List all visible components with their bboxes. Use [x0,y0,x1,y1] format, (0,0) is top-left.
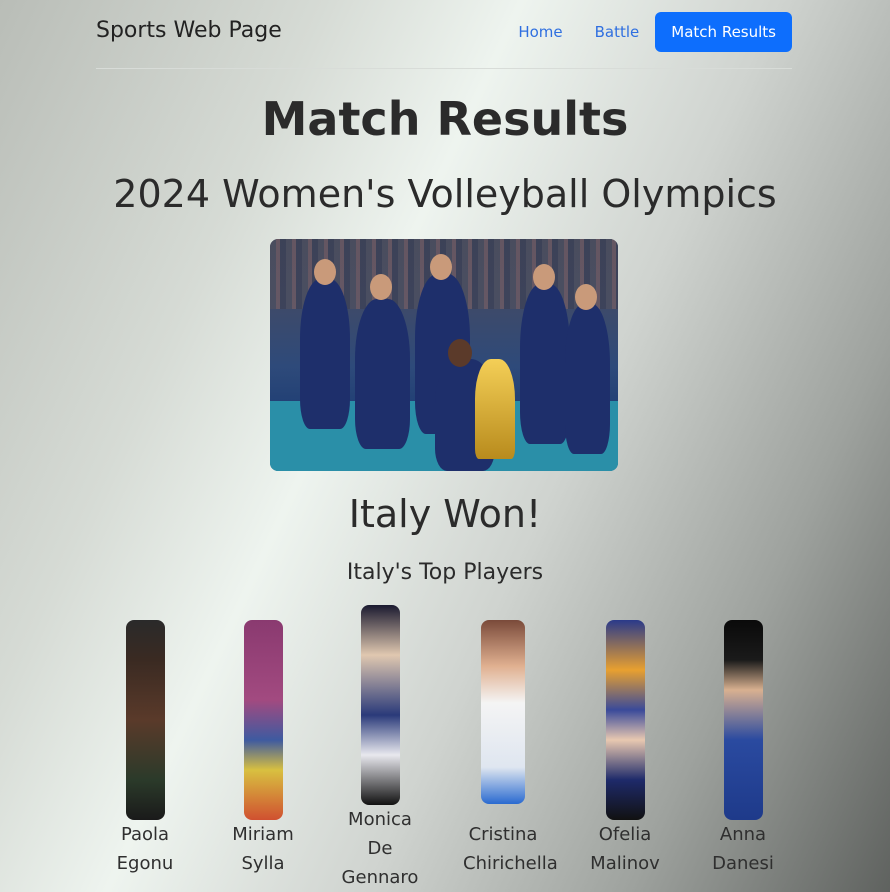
player-face [575,284,597,310]
nav-link-battle[interactable]: Battle [579,12,656,52]
team-player-figure [355,299,410,449]
page-subtitle: 2024 Women's Volleyball Olympics [113,172,777,216]
player-name: Ofelia Malinov [585,820,665,878]
nav-link-home[interactable]: Home [502,12,578,52]
player-name: Paola Egonu [105,820,185,878]
team-player-figure [520,284,570,444]
player-photo [125,620,165,820]
player-last-name: Sylla [241,853,285,874]
player-last-name: Gennaro [341,867,419,888]
player-name: Cristina Chirichella [463,820,558,878]
player-face [430,254,452,280]
team-player-figure [565,304,610,454]
player-photo [605,620,645,820]
trophy-icon [475,359,515,459]
player-last-name: Malinov [590,853,660,874]
player-face [448,339,472,367]
player-photo [360,605,400,805]
player-first-name: Paola [120,824,170,845]
player-card-de-gennaro: Monica De Gennaro [340,605,420,892]
player-first-name: Cristina [468,824,538,845]
player-face [370,274,392,300]
nav-links: Home Battle Match Results [502,12,792,52]
top-players-heading: Italy's Top Players [346,560,544,585]
player-last-name: Chirichella [463,853,558,874]
player-photo [481,620,525,804]
player-first-name: Ofelia [598,824,652,845]
player-card-malinov: Ofelia Malinov [585,620,665,878]
player-first-name: Miriam [232,824,294,845]
player-card-egonu: Paola Egonu [105,620,185,878]
player-face [533,264,555,290]
player-card-chirichella: Cristina Chirichella [463,620,558,878]
player-first-name: Monica [348,809,412,830]
player-card-danesi: Anna Danesi [703,620,783,878]
player-face [314,259,336,285]
player-photo [243,620,283,820]
team-celebration-image [270,239,618,471]
winner-announcement: Italy Won! [348,492,542,536]
page-title: Match Results [261,92,629,146]
team-player-figure [300,279,350,429]
player-card-sylla: Miriam Sylla [223,620,303,878]
player-last-name: Egonu [116,853,174,874]
player-middle-name: De [367,838,393,859]
navbar: Sports Web Page Home Battle Match Result… [96,0,792,69]
brand-title[interactable]: Sports Web Page [96,18,282,43]
nav-link-match-results[interactable]: Match Results [655,12,792,52]
player-last-name: Danesi [712,853,774,874]
player-name: Miriam Sylla [223,820,303,878]
player-photo [723,620,763,820]
player-name: Monica De Gennaro [340,805,420,892]
player-first-name: Anna [719,824,767,845]
player-name: Anna Danesi [703,820,783,878]
